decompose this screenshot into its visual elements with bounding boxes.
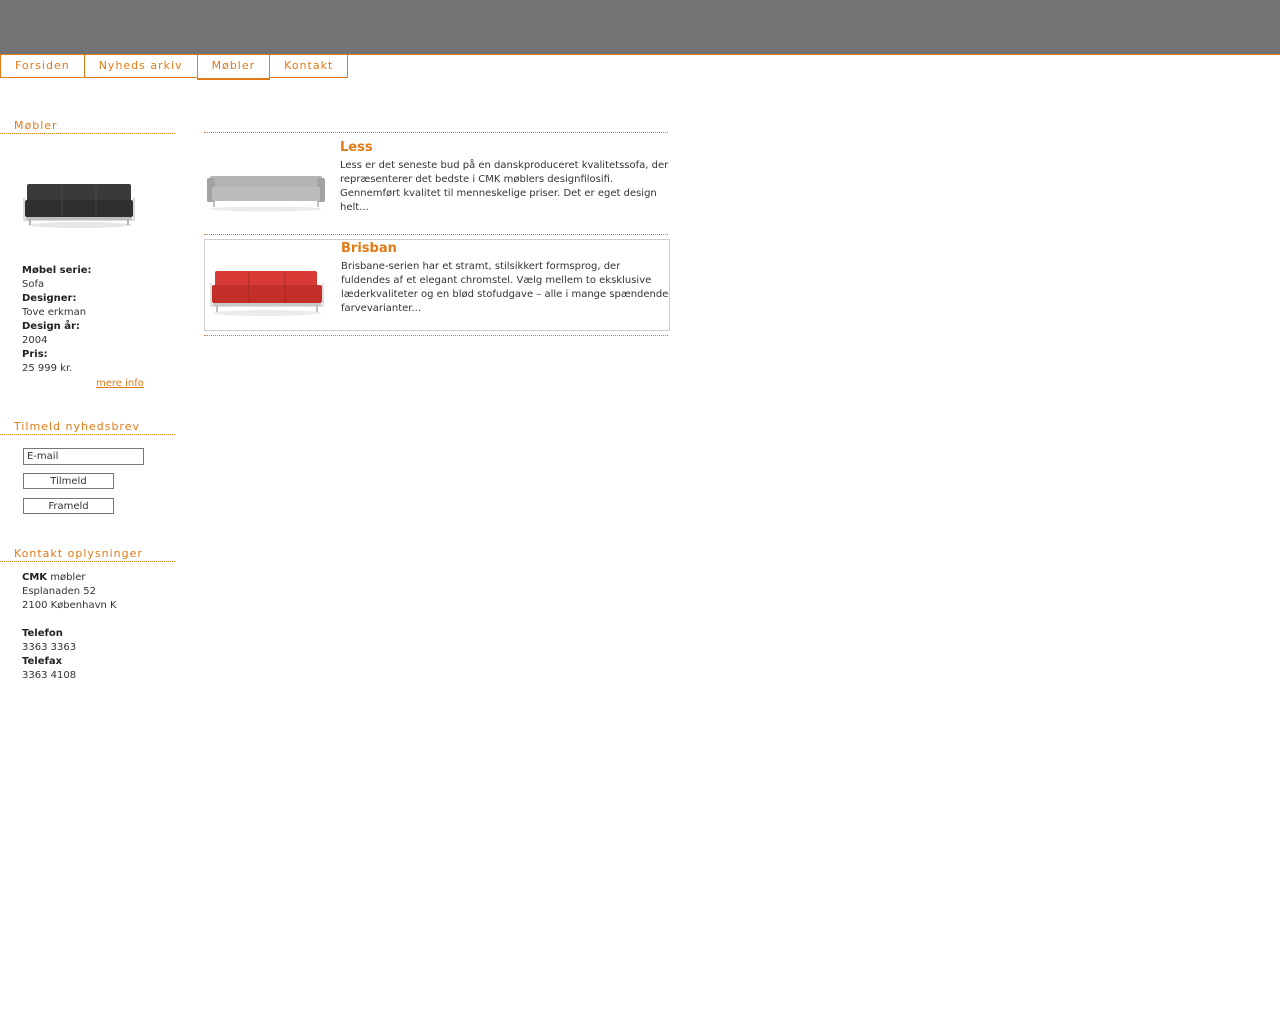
city-address: 2100 København K <box>22 600 117 611</box>
divider <box>204 132 668 133</box>
section-title-mobler: Møbler <box>0 119 175 134</box>
company-name-rest: møbler <box>47 572 86 583</box>
price-value: 25 999 kr. <box>22 363 73 374</box>
featured-sofa-image <box>23 184 135 228</box>
tab-forsiden[interactable]: Forsiden <box>0 55 84 78</box>
serie-label: Møbel serie: <box>22 265 92 276</box>
year-label: Design år: <box>22 321 80 332</box>
brisban-sofa-image <box>210 271 324 316</box>
section-title-contact: Kontakt oplysninger <box>0 547 175 562</box>
product-item-brisban[interactable]: Brisban Brisbane-serien har et stramt, s… <box>204 239 670 331</box>
product-title-brisban[interactable]: Brisban <box>341 241 397 256</box>
section-title-newsletter: Tilmeld nyhedsbrev <box>0 420 175 435</box>
company-name-bold: CMK <box>22 572 48 583</box>
fax-value: 3363 4108 <box>22 670 77 681</box>
divider <box>204 335 668 336</box>
divider <box>204 234 668 235</box>
furniture-info: Møbel serie: Sofa Designer: Tove erkman … <box>22 264 92 376</box>
product-desc-less: Less er det seneste bud på en danskprodu… <box>340 160 669 213</box>
year-value: 2004 <box>22 335 48 346</box>
serie-value: Sofa <box>22 279 45 290</box>
product-title-less[interactable]: Less <box>340 140 373 155</box>
tab-mobler[interactable]: Møbler <box>196 55 271 80</box>
phone-value: 3363 3363 <box>22 642 77 653</box>
subscribe-button[interactable]: Tilmeld <box>23 473 114 489</box>
tab-nyheds-arkiv[interactable]: Nyheds arkiv <box>83 55 197 78</box>
product-desc-brisban: Brisbane-serien har et stramt, stilsikke… <box>341 261 669 314</box>
less-sofa-image <box>207 176 325 212</box>
email-field[interactable] <box>23 448 144 465</box>
contact-info: CMK møbler Esplanaden 52 2100 København … <box>22 571 117 683</box>
fax-label: Telefax <box>22 656 63 667</box>
header-bar <box>0 0 1280 55</box>
street-address: Esplanaden 52 <box>22 586 96 597</box>
tab-kontakt[interactable]: Kontakt <box>270 55 349 78</box>
phone-label: Telefon <box>22 628 63 639</box>
more-info-link[interactable]: mere info <box>96 378 144 389</box>
designer-value: Tove erkman <box>22 307 87 318</box>
unsubscribe-button[interactable]: Frameld <box>23 498 114 514</box>
price-label: Pris: <box>22 349 48 360</box>
designer-label: Designer: <box>22 293 77 304</box>
main-nav: Forsiden Nyheds arkiv Møbler Kontakt <box>0 55 349 80</box>
product-item-less[interactable]: Less Less er det seneste bud på en dansk… <box>204 139 670 229</box>
